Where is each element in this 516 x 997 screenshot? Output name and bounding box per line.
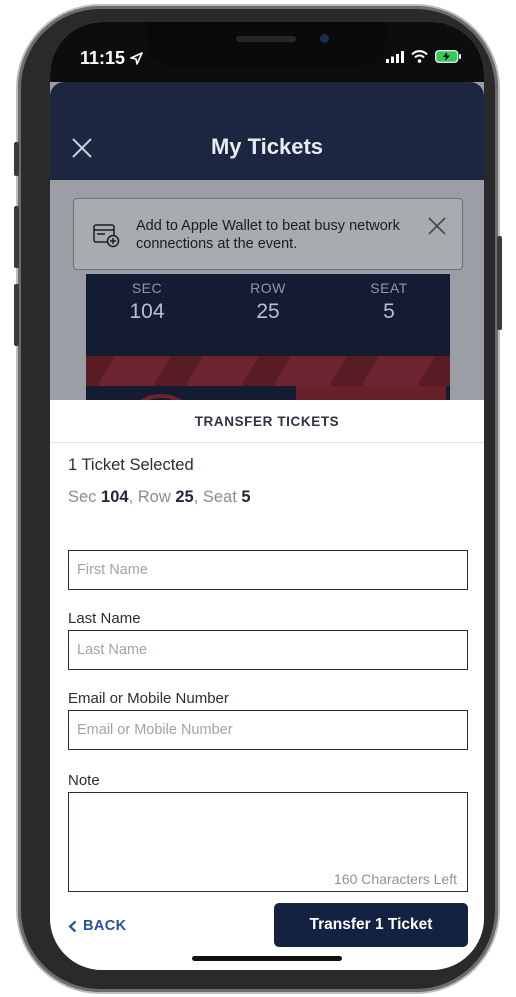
seat-label: SEAT [370, 280, 408, 296]
seat-number: 5 [241, 488, 251, 506]
screen: 11:15 My Tickets Add to Apple Wallet to … [50, 22, 484, 970]
transfer-sheet: TRANSFER TICKETS 1 Ticket Selected Sec 1… [50, 400, 484, 970]
contact-label: Email or Mobile Number [68, 690, 229, 707]
home-indicator[interactable] [192, 956, 342, 961]
ticket-row: ROW 25 [213, 280, 323, 324]
page-title: My Tickets [210, 134, 324, 159]
volume-down-button [14, 284, 19, 346]
last-name-field[interactable] [68, 630, 468, 670]
last-name-input[interactable] [69, 631, 467, 669]
wifi-icon [411, 50, 428, 63]
wallet-banner[interactable]: Add to Apple Wallet to beat busy network… [73, 198, 463, 270]
side-button [497, 236, 502, 330]
location-arrow-icon [130, 52, 143, 65]
chevron-left-icon [68, 920, 77, 932]
front-camera [320, 34, 329, 43]
time-text: 11:15 [80, 48, 126, 68]
transfer-ticket-button[interactable]: Transfer 1 Ticket [274, 903, 468, 947]
first-name-input[interactable] [69, 551, 467, 589]
sec-label: SEC [131, 280, 163, 296]
mute-switch [14, 142, 19, 176]
speaker [236, 36, 296, 42]
characters-left: 160 Characters Left [334, 871, 457, 887]
note-label: Note [68, 772, 100, 789]
row-prefix: , Row [128, 488, 176, 506]
divider [50, 442, 484, 443]
row-number: 25 [175, 488, 194, 506]
note-field[interactable]: 160 Characters Left [68, 792, 468, 892]
sec-value: 104 [129, 300, 165, 323]
notch [146, 22, 386, 66]
sec-prefix: Sec [68, 488, 102, 506]
seat-summary: Sec 104, Row 25, Seat 5 [68, 488, 251, 507]
row-value: 25 [256, 300, 280, 323]
sheet-title: TRANSFER TICKETS [194, 414, 340, 429]
ticket-seat: SEAT 5 [334, 280, 444, 324]
last-name-label: Last Name [68, 610, 141, 627]
signal-icon [386, 50, 404, 63]
ticket-stripes [86, 356, 450, 386]
wallet-banner-text: Add to Apple Wallet to beat busy network… [136, 218, 400, 252]
first-name-field[interactable] [68, 550, 468, 590]
row-label: ROW [250, 280, 286, 296]
back-label: BACK [83, 918, 127, 934]
seat-value: 5 [383, 300, 395, 323]
back-button[interactable]: BACK [68, 918, 127, 934]
seat-prefix: , Seat [193, 488, 242, 506]
status-icons [386, 50, 462, 63]
sec-number: 104 [101, 488, 129, 506]
status-time: 11:15 [80, 48, 143, 69]
volume-up-button [14, 206, 19, 268]
tickets-selected-text: 1 Ticket Selected [68, 456, 194, 474]
close-icon[interactable] [426, 215, 448, 237]
wallet-add-icon [93, 224, 120, 248]
contact-input[interactable] [69, 711, 467, 749]
app-header: My Tickets [50, 82, 484, 180]
contact-field[interactable] [68, 710, 468, 750]
ticket-sec: SEC 104 [92, 280, 202, 324]
battery-charging-icon [435, 50, 461, 63]
